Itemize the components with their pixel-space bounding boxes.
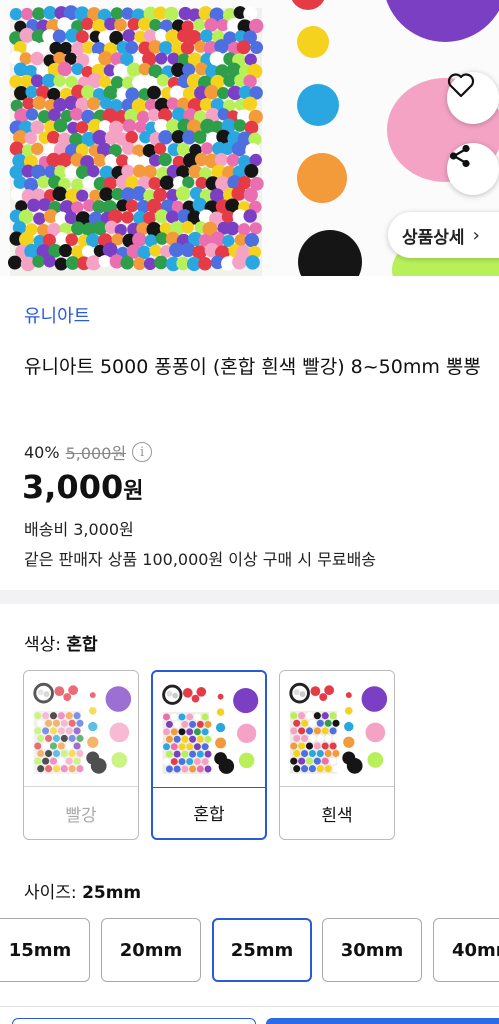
sale-price-number: 3,000 bbox=[22, 468, 124, 506]
product-detail-button[interactable]: 상품상세 › bbox=[388, 212, 499, 258]
price-row: 40% 5,000원 i bbox=[24, 440, 153, 464]
color-option-thumbnail bbox=[280, 671, 394, 787]
buy-button[interactable] bbox=[266, 1018, 499, 1024]
color-selected-value: 혼합 bbox=[66, 635, 98, 655]
color-option-thumbnail bbox=[153, 673, 265, 788]
discount-rate: 40% bbox=[24, 442, 60, 462]
cart-button[interactable] bbox=[12, 1018, 256, 1024]
color-option-thumbnail bbox=[24, 671, 138, 787]
size-selected-value: 25mm bbox=[82, 883, 142, 903]
chevron-right-icon: › bbox=[472, 224, 480, 246]
info-icon[interactable]: i bbox=[132, 442, 153, 462]
share-button[interactable] bbox=[447, 143, 499, 195]
shipping-fee: 배송비 3,000원 bbox=[24, 520, 134, 539]
size-option-40mm[interactable]: 40mm bbox=[433, 918, 499, 982]
size-option-30mm[interactable]: 30mm bbox=[322, 918, 422, 982]
bottom-divider bbox=[0, 1006, 499, 1007]
color-option-label: 색상: 혼합 bbox=[24, 630, 98, 655]
share-icon bbox=[449, 144, 470, 168]
heart-icon bbox=[447, 73, 475, 98]
color-option-mixed[interactable]: 혼합 bbox=[151, 670, 267, 840]
section-divider bbox=[0, 590, 499, 604]
color-option-label-text: 빨강 bbox=[65, 805, 97, 826]
free-shipping-note: 같은 판매자 상품 100,000원 이상 구매 시 무료배송 bbox=[24, 550, 377, 569]
product-image-carousel[interactable]: 상품상세 › bbox=[0, 0, 499, 276]
size-label-prefix: 사이즈: bbox=[24, 883, 83, 903]
size-option-15mm[interactable]: 15mm bbox=[0, 918, 90, 982]
brand-link[interactable]: 유니아트 bbox=[24, 302, 90, 328]
color-label-prefix: 색상: bbox=[24, 635, 67, 655]
product-title: 유니아트 5000 퐁퐁이 (혼합 흰색 빨강) 8~50mm 뽕뽕 bbox=[24, 356, 481, 378]
sale-price-unit: 원 bbox=[123, 479, 144, 504]
color-option-white[interactable]: 흰색 bbox=[279, 670, 395, 840]
wishlist-button[interactable] bbox=[447, 72, 499, 124]
color-option-red[interactable]: 빨강 bbox=[23, 670, 139, 840]
size-option-label: 사이즈: 25mm bbox=[24, 878, 141, 903]
sale-price: 3,000원 bbox=[22, 468, 143, 506]
size-option-20mm[interactable]: 20mm bbox=[101, 918, 201, 982]
color-option-label-text: 혼합 bbox=[193, 804, 225, 825]
size-option-25mm[interactable]: 25mm bbox=[212, 918, 312, 982]
product-detail-label: 상품상세 bbox=[402, 227, 465, 248]
original-price: 5,000원 bbox=[65, 444, 127, 463]
color-option-label-text: 흰색 bbox=[321, 805, 353, 826]
